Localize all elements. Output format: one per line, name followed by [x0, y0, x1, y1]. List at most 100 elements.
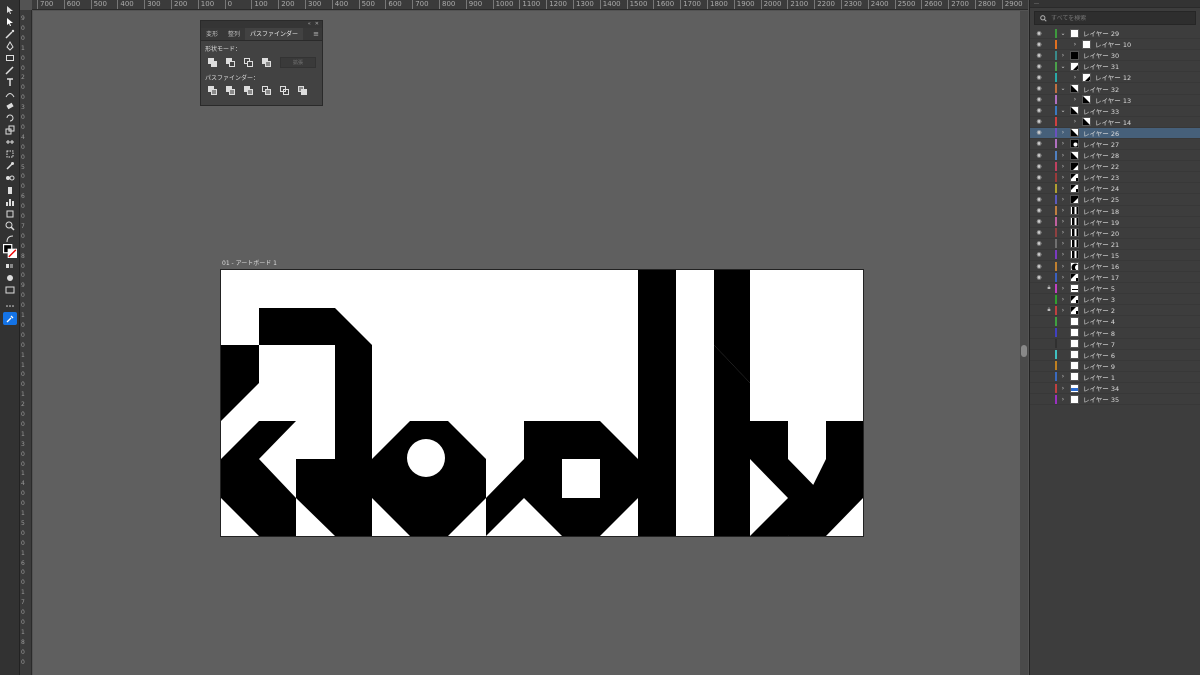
layer-name[interactable]: レイヤー 18	[1083, 206, 1119, 216]
lock-icon[interactable]: 🔒︎	[1045, 306, 1053, 314]
chevron-right-icon[interactable]: ›	[1060, 218, 1066, 225]
free-transform-tool-icon[interactable]	[3, 148, 17, 159]
layer-name[interactable]: レイヤー 25	[1083, 194, 1119, 204]
shaper-tool-icon[interactable]	[3, 88, 17, 99]
layer-row[interactable]: ◉ › レイヤー 14	[1030, 117, 1200, 128]
chevron-right-icon[interactable]: ›	[1060, 163, 1066, 170]
chevron-right-icon[interactable]: ›	[1060, 152, 1066, 159]
trim-icon[interactable]	[225, 86, 237, 96]
layer-row[interactable]: ◉ › レイヤー 20	[1030, 228, 1200, 239]
visibility-eye-icon[interactable]: ◉	[1035, 251, 1043, 258]
chevron-right-icon[interactable]: ›	[1060, 274, 1066, 281]
layer-name[interactable]: レイヤー 24	[1083, 183, 1119, 193]
horizontal-ruler[interactable]: 700 600 500 400 300 200 100 0 100 200 300 400 500 600…	[32, 0, 1028, 10]
unite-icon[interactable]	[207, 57, 219, 68]
shape[interactable]	[826, 421, 863, 459]
layer-row[interactable]: ◉ › レイヤー 19	[1030, 217, 1200, 228]
visibility-eye-icon[interactable]: ◉	[1035, 240, 1043, 247]
chevron-right-icon[interactable]: ›	[1072, 96, 1078, 103]
layer-name[interactable]: レイヤー 20	[1083, 228, 1119, 238]
layer-row[interactable]: レイヤー 9	[1030, 361, 1200, 372]
collapse-icon[interactable]: «	[308, 21, 311, 28]
chevron-right-icon[interactable]: ›	[1060, 240, 1066, 247]
panel-menu-icon[interactable]: ≡	[313, 28, 322, 40]
screen-mode-icon[interactable]	[3, 284, 17, 295]
layer-row[interactable]: レイヤー 6	[1030, 350, 1200, 361]
layer-name[interactable]: レイヤー 17	[1083, 272, 1119, 282]
layer-row[interactable]: ◉ › レイヤー 18	[1030, 206, 1200, 217]
layer-row[interactable]: ◉ ⌄ レイヤー 33	[1030, 106, 1200, 117]
layer-row[interactable]: ◉ › レイヤー 26	[1030, 127, 1200, 139]
vertical-ruler[interactable]: 9 0 0 1 0 0 2 0 0 3 0 0 4 0 0 5 0 0 6 0 0 7 0 0 8 0 0 9 0 0 1 0 0 0 1 1 0 0 1 2…	[20, 10, 32, 675]
visibility-eye-icon[interactable]: ◉	[1035, 140, 1043, 147]
chevron-right-icon[interactable]: ›	[1072, 74, 1078, 81]
layer-name[interactable]: レイヤー 27	[1083, 139, 1119, 149]
divide-icon[interactable]	[207, 86, 219, 96]
artboard-tool-icon[interactable]	[3, 208, 17, 219]
tab-indicator[interactable]: ―	[1034, 0, 1039, 7]
visibility-eye-icon[interactable]: ◉	[1035, 129, 1043, 136]
layer-row[interactable]: ◉ › レイヤー 30	[1030, 50, 1200, 62]
layer-row[interactable]: › レイヤー 34	[1030, 383, 1200, 395]
plugin-tool-icon[interactable]	[3, 312, 17, 325]
shape[interactable]	[259, 308, 372, 421]
chevron-right-icon[interactable]: ›	[1060, 196, 1066, 203]
chevron-right-icon[interactable]: ›	[1060, 129, 1066, 136]
visibility-eye-icon[interactable]: ◉	[1035, 96, 1043, 103]
layer-name[interactable]: レイヤー 14	[1095, 117, 1131, 127]
chevron-right-icon[interactable]: ›	[1072, 118, 1078, 125]
artboard[interactable]	[220, 269, 864, 537]
artwork[interactable]	[221, 270, 863, 536]
layer-name[interactable]: レイヤー 29	[1083, 28, 1119, 38]
shape[interactable]	[372, 421, 486, 536]
layer-name[interactable]: レイヤー 22	[1083, 161, 1119, 171]
layer-row[interactable]: ◉ › レイヤー 22	[1030, 161, 1200, 173]
visibility-eye-icon[interactable]: ◉	[1035, 152, 1043, 159]
eyedropper-tool-icon[interactable]	[3, 160, 17, 171]
chevron-down-icon[interactable]: ⌄	[1060, 85, 1066, 92]
layer-name[interactable]: レイヤー 33	[1083, 106, 1119, 116]
layer-name[interactable]: レイヤー 12	[1095, 72, 1131, 82]
width-tool-icon[interactable]	[3, 136, 17, 147]
symbol-sprayer-tool-icon[interactable]	[3, 184, 17, 195]
outline-icon[interactable]	[279, 86, 291, 96]
layer-name[interactable]: レイヤー 7	[1083, 339, 1115, 349]
layer-name[interactable]: レイヤー 34	[1083, 383, 1119, 393]
layer-row[interactable]: ◉ ⌄ レイヤー 29	[1030, 28, 1200, 40]
direct-selection-tool-icon[interactable]	[3, 16, 17, 27]
layer-row[interactable]: ◉ › レイヤー 17	[1030, 272, 1200, 284]
layer-name[interactable]: レイヤー 23	[1083, 172, 1119, 182]
visibility-eye-icon[interactable]: ◉	[1035, 107, 1043, 114]
color-mode-icon[interactable]	[3, 260, 17, 271]
visibility-eye-icon[interactable]: ◉	[1035, 218, 1043, 225]
more-tools-icon[interactable]	[3, 300, 17, 311]
layer-name[interactable]: レイヤー 3	[1083, 294, 1115, 304]
expand-button[interactable]: 拡張	[279, 57, 316, 68]
layer-name[interactable]: レイヤー 10	[1095, 39, 1131, 49]
layer-row[interactable]: ◉ › レイヤー 21	[1030, 239, 1200, 250]
layer-row[interactable]: ◉ › レイヤー 28	[1030, 150, 1200, 162]
shape[interactable]	[221, 345, 259, 421]
layer-row[interactable]: ◉ › レイヤー 10	[1030, 39, 1200, 51]
layer-row[interactable]: ◉ ⌄ レイヤー 31	[1030, 61, 1200, 73]
chevron-right-icon[interactable]: ›	[1060, 307, 1066, 314]
chevron-right-icon[interactable]: ›	[1060, 296, 1066, 303]
magic-wand-tool-icon[interactable]	[3, 28, 17, 39]
layer-name[interactable]: レイヤー 28	[1083, 150, 1119, 160]
visibility-eye-icon[interactable]: ◉	[1035, 207, 1043, 214]
minus-back-icon[interactable]	[297, 86, 309, 96]
visibility-eye-icon[interactable]: ◉	[1035, 41, 1043, 48]
layer-name[interactable]: レイヤー 15	[1083, 250, 1119, 260]
tab-align[interactable]: 整列	[223, 28, 245, 40]
swap-fill-stroke-icon[interactable]	[3, 233, 17, 244]
visibility-eye-icon[interactable]: ◉	[1035, 196, 1043, 203]
chevron-right-icon[interactable]: ›	[1060, 251, 1066, 258]
pen-tool-icon[interactable]	[3, 40, 17, 51]
layer-row[interactable]: ◉ › レイヤー 27	[1030, 139, 1200, 151]
shape[interactable]	[221, 421, 296, 536]
layer-name[interactable]: レイヤー 16	[1083, 261, 1119, 271]
minus-front-icon[interactable]	[225, 57, 237, 68]
layer-row[interactable]: ◉ › レイヤー 23	[1030, 172, 1200, 184]
layer-row[interactable]: ◉ › レイヤー 25	[1030, 194, 1200, 206]
layer-name[interactable]: レイヤー 31	[1083, 61, 1119, 71]
